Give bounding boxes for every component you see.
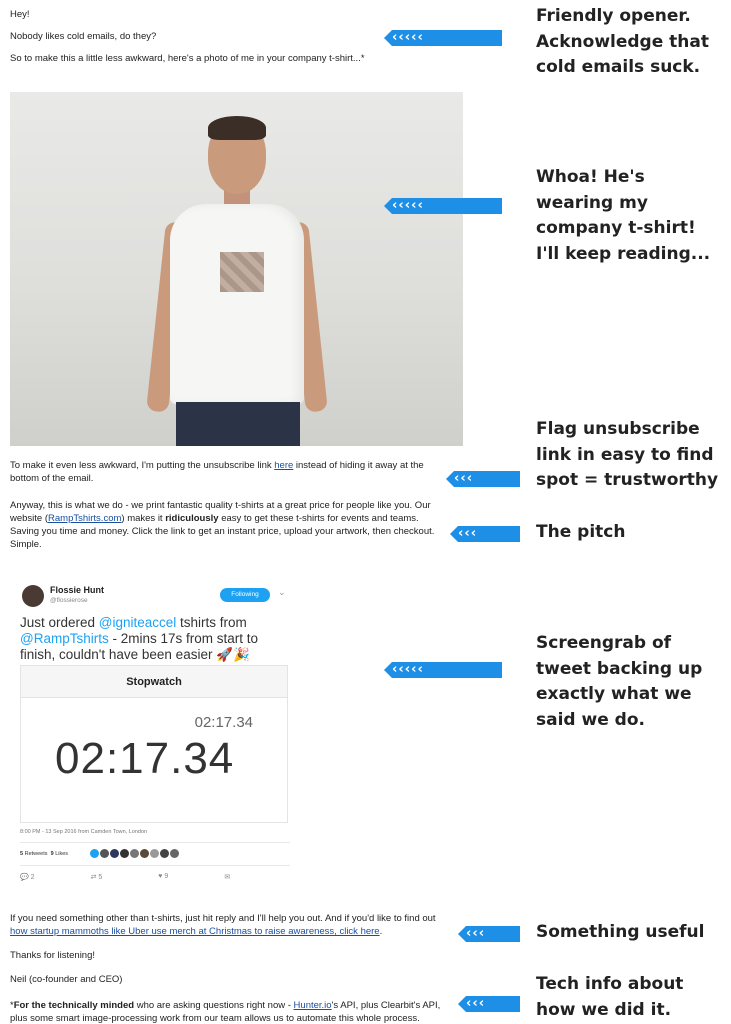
thanks-line: Thanks for listening!: [10, 950, 96, 961]
stopwatch-image: Stopwatch 02:17.34 02:17.34: [20, 665, 288, 823]
tech-paragraph: *For the technically minded who are aski…: [10, 1000, 441, 1024]
stopwatch-big-time: 02:17.34: [55, 734, 235, 783]
tweet-actions: 💬 2 ⇄ 5 ♥ 9 ✉: [20, 873, 258, 881]
tweet-author-name: Flossie Hunt: [50, 585, 105, 595]
heart-icon[interactable]: ♥ 9: [158, 873, 196, 881]
signature: Neil (co-founder and CEO): [10, 974, 123, 985]
annotation-photo: Whoa! He's wearing my company t-shirt! I…: [536, 167, 711, 264]
email-greeting: Hey!: [10, 9, 30, 20]
annotation-opener: Friendly opener. Acknowledge that cold e…: [536, 6, 709, 77]
mention-link[interactable]: @igniteaccel: [99, 615, 177, 630]
useful-paragraph: If you need something other than t-shirt…: [10, 913, 436, 937]
hunter-link[interactable]: Hunter.io: [294, 1000, 332, 1011]
follow-button[interactable]: Following: [220, 588, 270, 602]
blurred-logo: [220, 252, 264, 292]
arrow-pointer: ‹ ‹ ‹ ‹ ‹: [384, 198, 502, 214]
arrow-pointer: ‹ ‹ ‹: [450, 526, 520, 542]
useful-link[interactable]: how startup mammoths like Uber use merch…: [10, 926, 380, 937]
website-link[interactable]: RampTshirts.com: [48, 513, 121, 524]
unsubscribe-link[interactable]: here: [274, 460, 293, 471]
divider: [20, 842, 290, 843]
stopwatch-small-time: 02:17.34: [194, 714, 253, 731]
tweet-text: Just ordered @igniteaccel tshirts from @…: [20, 615, 259, 662]
arrow-pointer: ‹ ‹ ‹: [458, 926, 520, 942]
arrow-pointer: ‹ ‹ ‹: [446, 471, 520, 487]
arrow-pointer: ‹ ‹ ‹: [458, 996, 520, 1012]
annotation-tweet: Screengrab of tweet backing up exactly w…: [536, 633, 703, 730]
email-line: So to make this a little less awkward, h…: [10, 53, 365, 64]
email-line: Nobody likes cold emails, do they?: [10, 31, 157, 42]
chevron-down-icon[interactable]: ⌄: [278, 587, 286, 598]
stopwatch-title: Stopwatch: [21, 666, 287, 698]
annotation-tech: Tech info about how we did it.: [536, 974, 684, 1020]
annotation-useful: Something useful: [536, 922, 705, 942]
arrow-pointer: ‹ ‹ ‹ ‹ ‹: [384, 662, 502, 678]
message-icon[interactable]: ✉: [224, 873, 230, 881]
person-figure: [146, 112, 328, 446]
tweet-screengrab: Flossie Hunt @flossierose Following ⌄ Ju…: [10, 575, 302, 887]
annotation-unsubscribe: Flag unsubscribe link in easy to find sp…: [536, 419, 719, 490]
founder-photo: [10, 92, 463, 446]
divider: [20, 865, 290, 866]
liker-avatars: [90, 849, 180, 858]
mention-link[interactable]: @RampTshirts: [20, 631, 109, 646]
retweet-icon[interactable]: ⇄ 5: [91, 873, 131, 881]
unsubscribe-paragraph: To make it even less awkward, I'm puttin…: [10, 460, 424, 484]
tweet-author-handle: @flossierose: [50, 597, 88, 604]
pitch-paragraph: Anyway, this is what we do - we print fa…: [10, 500, 435, 550]
arrow-pointer: ‹ ‹ ‹ ‹ ‹: [384, 30, 502, 46]
annotation-pitch: The pitch: [536, 522, 626, 542]
tweet-meta: 8:00 PM - 13 Sep 2016 from Camden Town, …: [20, 829, 148, 835]
reply-icon[interactable]: 💬 2: [20, 873, 63, 881]
tweet-counts: 5 Retweets 9 Likes: [20, 851, 69, 857]
avatar: [22, 585, 44, 607]
